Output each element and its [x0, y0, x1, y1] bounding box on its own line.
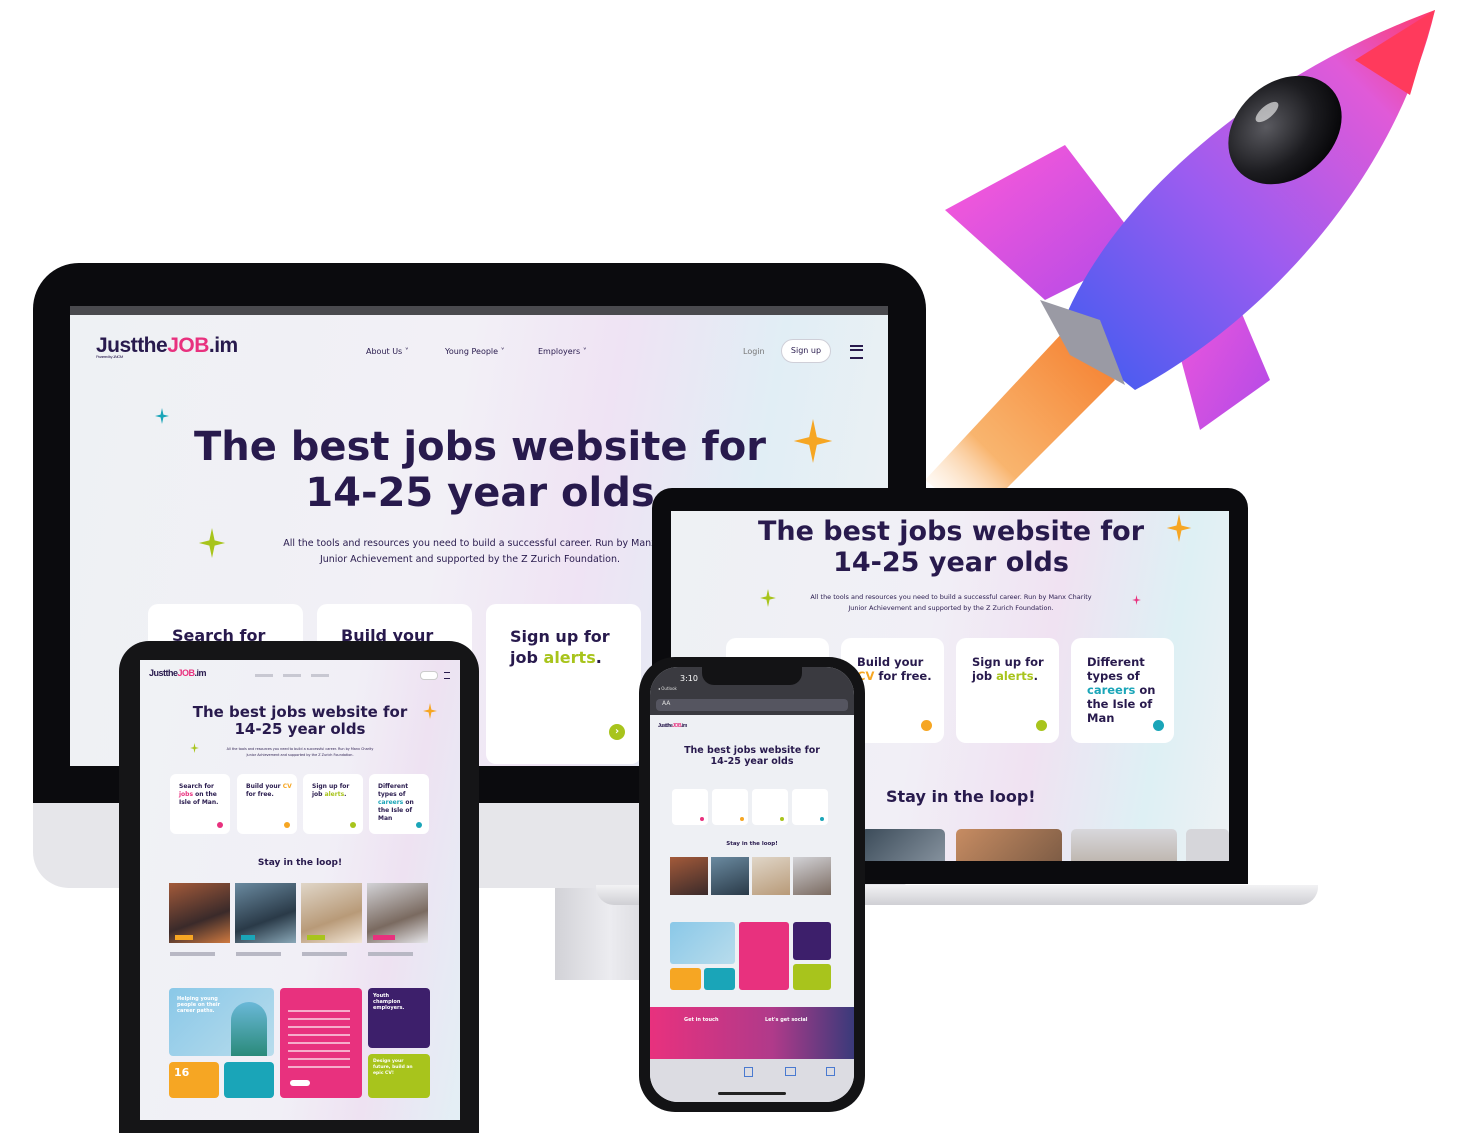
browser-toolbar	[650, 1059, 854, 1102]
tabs-icon[interactable]	[826, 1067, 835, 1076]
share-icon[interactable]	[744, 1067, 753, 1077]
arrow-circle-icon[interactable]	[1036, 720, 1047, 731]
video-thumbnail[interactable]	[670, 857, 708, 895]
arrow-circle-icon[interactable]: ›	[609, 724, 625, 740]
promo-young-people[interactable]: Helping young people on their career pat…	[169, 988, 274, 1056]
arrow-circle-icon[interactable]	[350, 822, 356, 828]
video-thumbnail[interactable]	[235, 883, 296, 943]
tablet-screen: JusttheJOB.im The best jobs website for …	[140, 660, 460, 1120]
promo-youth-champion[interactable]: Youth champion employers.	[368, 988, 430, 1048]
promo-teal[interactable]	[704, 968, 735, 990]
footer-get-in-touch: Get in touch	[684, 1017, 719, 1023]
sparkle-icon	[423, 703, 437, 719]
card-careers[interactable]: Different types of careers on the Isle o…	[1071, 638, 1174, 743]
card-alerts[interactable]: Sign up for job alerts.	[303, 774, 363, 834]
promo-orange[interactable]	[670, 968, 701, 990]
card-careers[interactable]	[792, 789, 828, 825]
status-back: ◂ Outlook	[658, 686, 677, 691]
notch	[702, 667, 802, 685]
nav-employers[interactable]: Employers ˅	[538, 347, 587, 356]
card-alerts[interactable]	[752, 789, 788, 825]
arrow-circle-icon[interactable]	[416, 822, 422, 828]
rocket-illustration	[925, 10, 1435, 520]
nav-about-us[interactable]: About Us ˅	[366, 347, 409, 356]
hero-subtitle: All the tools and resources you need to …	[226, 747, 374, 757]
promo-teal[interactable]	[224, 1062, 274, 1098]
video-thumbnail[interactable]	[956, 829, 1062, 861]
loop-title: Stay in the loop!	[726, 841, 778, 847]
nav-bar	[255, 674, 335, 677]
sparkle-icon	[155, 408, 169, 424]
video-thumbnail[interactable]	[301, 883, 362, 943]
login-link[interactable]: Login	[743, 347, 765, 356]
promo-orange[interactable]: 16	[169, 1062, 219, 1098]
hamburger-menu-icon[interactable]	[444, 672, 450, 679]
bookmarks-icon[interactable]	[785, 1067, 796, 1076]
promo-green[interactable]	[793, 964, 831, 990]
hero-title: The best jobs website for 14-25 year old…	[192, 703, 408, 739]
card-cv[interactable]	[712, 789, 748, 825]
promo-youth-text: Youth champion employers.	[373, 993, 405, 1011]
status-time: 3:10	[680, 674, 698, 683]
footer-social: Let's get social	[765, 1017, 808, 1023]
promo-pink[interactable]	[739, 922, 789, 990]
arrow-circle-icon[interactable]	[1153, 720, 1164, 731]
video-thumbnail[interactable]	[1071, 829, 1177, 861]
sparkle-icon	[793, 419, 833, 463]
video-thumbnail[interactable]	[367, 883, 428, 943]
hero-subtitle: All the tools and resources you need to …	[810, 593, 1092, 612]
hero-title: The best jobs website for 14-25 year old…	[684, 745, 820, 767]
promo-pink[interactable]	[280, 988, 362, 1098]
browser-bar	[70, 306, 888, 315]
site-logo[interactable]: JusttheJOB.im Powered by JA IOM	[96, 334, 238, 359]
card-search[interactable]	[672, 789, 708, 825]
loop-title: Stay in the loop!	[257, 858, 343, 868]
arrow-circle-icon[interactable]	[217, 822, 223, 828]
signup-button[interactable]: Sign up	[781, 339, 831, 363]
arrow-circle-icon[interactable]	[284, 822, 290, 828]
video-thumbnail[interactable]	[752, 857, 790, 895]
card-search[interactable]: Search for jobs on the Isle of Man.	[170, 774, 230, 834]
promo-green-text: Design your future, build an epic CV!	[373, 1059, 413, 1076]
site-footer: Get in touch Let's get social	[650, 1007, 854, 1059]
site-logo[interactable]: JusttheJOB.im	[149, 668, 207, 678]
sparkle-icon	[1166, 514, 1192, 542]
address-bar[interactable]: AA	[656, 699, 848, 711]
promo-young-people[interactable]	[670, 922, 735, 964]
card-alerts[interactable]: Sign up for job alerts. ›	[486, 604, 641, 764]
arrow-circle-icon[interactable]	[921, 720, 932, 731]
sparkle-icon	[760, 589, 776, 607]
thumbnail-captions	[170, 952, 428, 956]
promo-youth-champion[interactable]	[793, 922, 831, 960]
hamburger-menu-icon[interactable]	[850, 345, 863, 359]
video-thumbnail[interactable]	[861, 829, 945, 861]
site-logo[interactable]: JusttheJOB.im	[658, 723, 687, 729]
loop-title: Stay in the loop!	[886, 787, 1036, 806]
video-thumbnail[interactable]	[1186, 829, 1229, 861]
status-bar: 3:10 ◂ Outlook AA	[650, 667, 854, 715]
sparkle-icon	[190, 743, 199, 753]
home-indicator	[718, 1092, 786, 1095]
promo-young-text: Helping young people on their career pat…	[177, 996, 221, 1014]
nav-young-people[interactable]: Young People ˅	[445, 347, 505, 356]
video-thumbnail[interactable]	[711, 857, 749, 895]
card-cv[interactable]: Build your CV for free.	[237, 774, 297, 834]
hero-title: The best jobs website for 14-25 year old…	[757, 516, 1145, 579]
card-alerts[interactable]: Sign up for job alerts.	[956, 638, 1059, 743]
signup-button[interactable]	[420, 671, 438, 680]
phone-screen: 3:10 ◂ Outlook AA JusttheJOB.im The best…	[650, 667, 854, 1102]
promo-green[interactable]: Design your future, build an epic CV!	[368, 1054, 430, 1098]
video-thumbnail[interactable]	[169, 883, 230, 943]
hero-subtitle: All the tools and resources you need to …	[283, 538, 657, 565]
card-careers[interactable]: Different types of careers on the Isle o…	[369, 774, 429, 834]
sparkle-icon	[198, 528, 226, 558]
video-thumbnail[interactable]	[793, 857, 831, 895]
sparkle-icon	[1132, 595, 1141, 605]
